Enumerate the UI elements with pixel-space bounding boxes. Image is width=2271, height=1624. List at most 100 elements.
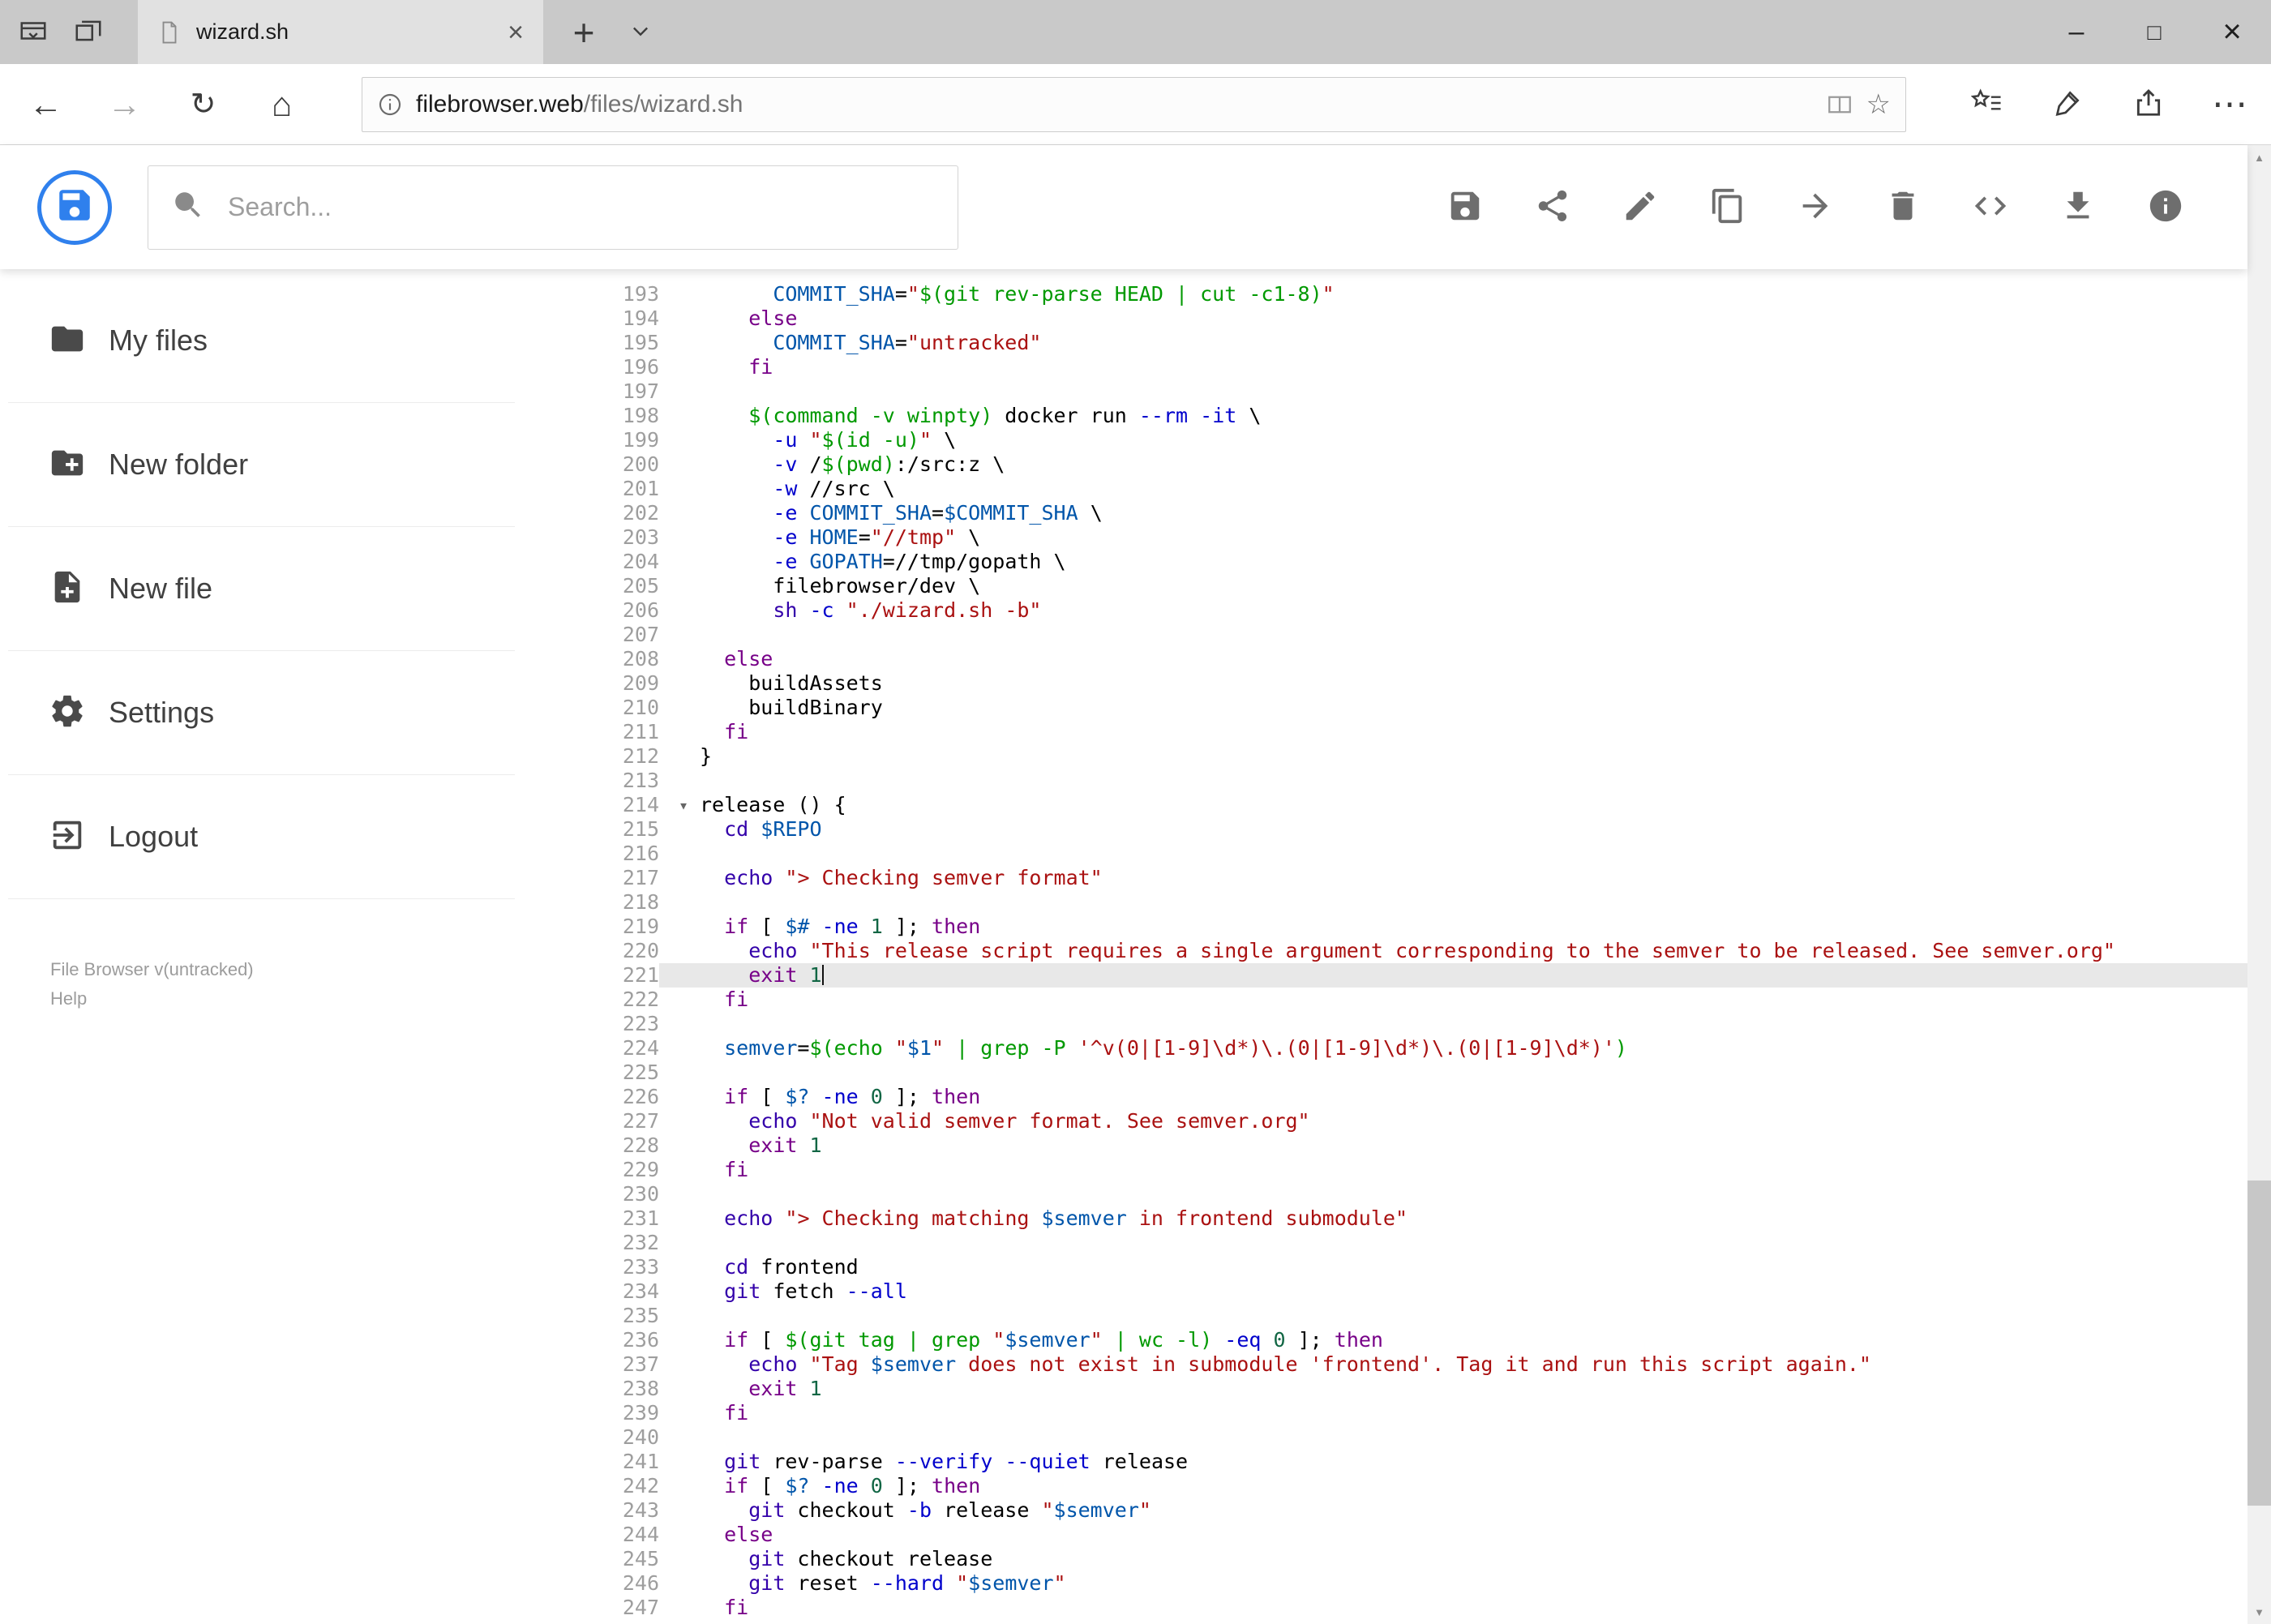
tab-close-icon[interactable]: × <box>508 19 524 46</box>
maximize-button[interactable]: □ <box>2115 0 2193 64</box>
scroll-up-icon[interactable]: ▲ <box>2247 145 2271 169</box>
rename-button[interactable] <box>1622 189 1659 226</box>
sidebar-item-new-file[interactable]: New file <box>8 527 515 651</box>
add-favorite-star-icon[interactable]: ☆ <box>1866 91 1891 118</box>
code-line[interactable]: 211 fi <box>523 720 2247 744</box>
forward-button[interactable]: → <box>85 64 164 145</box>
code-line[interactable]: 221 exit 1 <box>523 963 2247 988</box>
code-line[interactable]: 244 else <box>523 1523 2247 1547</box>
code-line[interactable]: 201 -w //src \ <box>523 477 2247 501</box>
code-line[interactable]: 229 fi <box>523 1158 2247 1182</box>
search-box[interactable] <box>148 165 958 250</box>
filebrowser-logo[interactable] <box>37 169 112 245</box>
code-line[interactable]: 205 filebrowser/dev \ <box>523 574 2247 598</box>
code-line[interactable]: 227 echo "Not valid semver format. See s… <box>523 1109 2247 1133</box>
code-line[interactable]: 218 <box>523 890 2247 915</box>
code-line[interactable]: 209 buildAssets <box>523 671 2247 696</box>
save-button[interactable] <box>1446 189 1484 226</box>
code-line[interactable]: 226 if [ $? -ne 0 ]; then <box>523 1085 2247 1109</box>
code-line[interactable]: 235 <box>523 1304 2247 1328</box>
move-button[interactable] <box>1797 189 1834 226</box>
share-file-button[interactable] <box>1534 189 1571 226</box>
code-line[interactable]: 230 <box>523 1182 2247 1206</box>
address-bar[interactable]: filebrowser.web/files/wizard.sh ☆ <box>362 76 1906 132</box>
site-info-icon[interactable] <box>377 92 403 118</box>
code-line[interactable]: 232 <box>523 1231 2247 1255</box>
code-line[interactable]: 194 else <box>523 306 2247 331</box>
code-line[interactable]: 197 <box>523 379 2247 404</box>
web-note-button[interactable] <box>2050 88 2085 122</box>
code-line[interactable]: 233 cd frontend <box>523 1255 2247 1279</box>
tab-list-button[interactable] <box>618 0 663 64</box>
code-line[interactable]: 207 <box>523 623 2247 647</box>
code-line[interactable]: 206 sh -c "./wizard.sh -b" <box>523 598 2247 623</box>
code-line[interactable]: 199 -u "$(id -u)" \ <box>523 428 2247 452</box>
tab-preview-button[interactable] <box>18 15 49 49</box>
browser-tab-wizard-sh[interactable]: wizard.sh × <box>138 0 543 64</box>
code-line[interactable]: 200 -v /$(pwd):/src:z \ <box>523 452 2247 477</box>
sidebar-item-settings[interactable]: Settings <box>8 651 515 775</box>
code-line[interactable]: 217 echo "> Checking semver format" <box>523 866 2247 890</box>
code-line[interactable]: 208 else <box>523 647 2247 671</box>
code-line[interactable]: 193 COMMIT_SHA="$(git rev-parse HEAD | c… <box>523 282 2247 306</box>
close-button[interactable]: × <box>2193 0 2271 64</box>
url-text[interactable]: filebrowser.web/files/wizard.sh <box>416 91 1813 118</box>
delete-button[interactable] <box>1884 189 1922 226</box>
info-button[interactable] <box>2147 189 2184 226</box>
scrollbar-thumb[interactable] <box>2247 1180 2271 1506</box>
help-link[interactable]: Help <box>50 984 254 1013</box>
code-line[interactable]: 210 buildBinary <box>523 696 2247 720</box>
set-tabs-aside-button[interactable] <box>73 15 104 49</box>
source-code-button[interactable] <box>1972 189 2009 226</box>
code-line[interactable]: 220 echo "This release script requires a… <box>523 939 2247 963</box>
new-tab-button[interactable]: + <box>559 0 608 64</box>
code-line[interactable]: 237 echo "Tag $semver does not exist in … <box>523 1352 2247 1377</box>
code-line[interactable]: 241 git rev-parse --verify --quiet relea… <box>523 1450 2247 1474</box>
scroll-down-icon[interactable]: ▼ <box>2247 1600 2271 1624</box>
code-line[interactable]: 234 git fetch --all <box>523 1279 2247 1304</box>
fold-marker-icon[interactable]: ▾ <box>679 793 688 817</box>
favorites-hub-button[interactable] <box>1969 88 2003 122</box>
back-button[interactable]: ← <box>6 64 85 145</box>
code-line[interactable]: 224 semver=$(echo "$1" | grep -P '^v(0|[… <box>523 1036 2247 1061</box>
code-line[interactable]: 239 fi <box>523 1401 2247 1425</box>
code-line[interactable]: 196 fi <box>523 355 2247 379</box>
copy-button[interactable] <box>1709 188 1746 226</box>
code-line[interactable]: 243 git checkout -b release "$semver" <box>523 1498 2247 1523</box>
code-line[interactable]: 213 <box>523 769 2247 793</box>
sidebar-item-logout[interactable]: Logout <box>8 775 515 899</box>
code-line[interactable]: 203 -e HOME="//tmp" \ <box>523 525 2247 550</box>
code-editor[interactable]: 193 COMMIT_SHA="$(git rev-parse HEAD | c… <box>523 282 2247 1620</box>
code-line[interactable]: 219 if [ $# -ne 1 ]; then <box>523 915 2247 939</box>
code-line[interactable]: 246 git reset --hard "$semver" <box>523 1571 2247 1596</box>
code-line[interactable]: 202 -e COMMIT_SHA=$COMMIT_SHA \ <box>523 501 2247 525</box>
code-line[interactable]: 223 <box>523 1012 2247 1036</box>
sidebar-item-new-folder[interactable]: New folder <box>8 403 515 527</box>
code-line[interactable]: 222 fi <box>523 988 2247 1012</box>
code-line[interactable]: 204 -e GOPATH=//tmp/gopath \ <box>523 550 2247 574</box>
share-page-button[interactable] <box>2132 88 2166 122</box>
code-line[interactable]: 214 ▾ release () { <box>523 793 2247 817</box>
code-line[interactable]: 231 echo "> Checking matching $semver in… <box>523 1206 2247 1231</box>
code-line[interactable]: 215 cd $REPO <box>523 817 2247 842</box>
code-line[interactable]: 247 fi <box>523 1596 2247 1620</box>
code-line[interactable]: 198 $(command -v winpty) docker run --rm… <box>523 404 2247 428</box>
code-line[interactable]: 212} <box>523 744 2247 769</box>
search-input[interactable] <box>226 191 935 223</box>
refresh-button[interactable]: ↻ <box>164 64 242 145</box>
code-line[interactable]: 242 if [ $? -ne 0 ]; then <box>523 1474 2247 1498</box>
code-line[interactable]: 225 <box>523 1061 2247 1085</box>
vertical-scrollbar[interactable]: ▲ ▼ <box>2247 145 2271 1624</box>
code-line[interactable]: 245 git checkout release <box>523 1547 2247 1571</box>
code-line[interactable]: 238 exit 1 <box>523 1377 2247 1401</box>
sidebar-item-my-files[interactable]: My files <box>8 279 515 403</box>
code-line[interactable]: 228 exit 1 <box>523 1133 2247 1158</box>
reading-view-icon[interactable] <box>1826 91 1853 118</box>
home-button[interactable]: ⌂ <box>242 64 321 145</box>
code-line[interactable]: 240 <box>523 1425 2247 1450</box>
code-line[interactable]: 195 COMMIT_SHA="untracked" <box>523 331 2247 355</box>
more-menu-button[interactable]: ⋯ <box>2212 86 2247 122</box>
minimize-button[interactable]: – <box>2037 0 2115 64</box>
code-line[interactable]: 216 <box>523 842 2247 866</box>
download-button[interactable] <box>2059 189 2097 226</box>
